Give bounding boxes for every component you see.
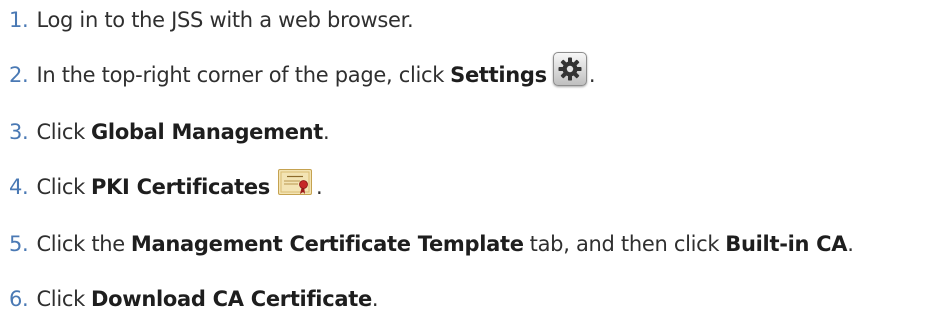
step-1: 1. Log in to the JSS with a web browser. xyxy=(9,2,414,38)
step-number: 5. xyxy=(9,232,29,256)
settings-label: Settings xyxy=(450,63,547,87)
step-4: 4. Click PKI Certificates . xyxy=(9,169,323,205)
instruction-steps: 1. Log in to the JSS with a web browser.… xyxy=(0,0,937,322)
global-management-label: Global Management xyxy=(90,120,324,144)
management-certificate-template-label: Management Certificate Template xyxy=(130,232,524,256)
download-ca-certificate-label: Download CA Certificate xyxy=(90,287,372,311)
step-text: Click xyxy=(36,175,85,199)
step-2: 2. In the top-right corner of the page, … xyxy=(9,52,596,93)
step-number: 2. xyxy=(9,63,29,87)
step-text: Click the xyxy=(36,232,125,256)
step-suffix: . xyxy=(323,120,330,144)
step-text: Click xyxy=(36,287,85,311)
step-middle-text: tab, and then click xyxy=(529,232,720,256)
step-3: 3. Click Global Management . xyxy=(9,114,330,150)
step-text: Log in to the JSS with a web browser. xyxy=(36,8,414,32)
step-number: 6. xyxy=(9,287,29,311)
step-suffix: . xyxy=(315,175,323,199)
step-text: In the top-right corner of the page, cli… xyxy=(36,63,445,87)
step-5: 5. Click the Management Certificate Temp… xyxy=(9,226,854,262)
pki-certificates-label: PKI Certificates xyxy=(90,175,270,199)
step-suffix: . xyxy=(588,63,596,87)
step-6: 6. Click Download CA Certificate . xyxy=(9,281,379,317)
step-number: 4. xyxy=(9,175,29,199)
step-suffix: . xyxy=(371,287,379,311)
settings-gear-icon xyxy=(552,52,587,86)
step-number: 3. xyxy=(9,120,29,144)
step-text: Click xyxy=(36,120,85,144)
certificate-icon xyxy=(277,169,312,195)
built-in-ca-label: Built-in CA xyxy=(725,232,848,256)
step-number: 1. xyxy=(9,8,29,32)
step-suffix: . xyxy=(847,232,854,256)
